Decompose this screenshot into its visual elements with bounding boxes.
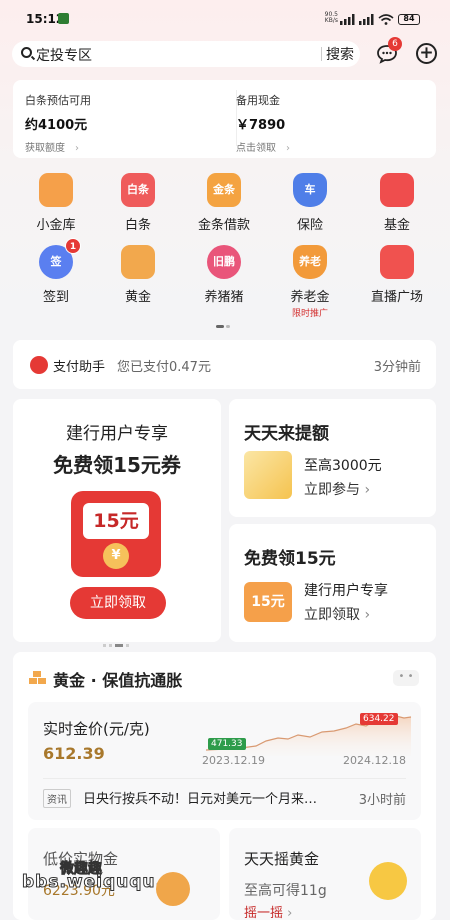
live-video-icon bbox=[380, 245, 414, 279]
promo-b-title: 免费领15元 bbox=[244, 549, 336, 569]
grid-icon-glyph: 白条 bbox=[127, 183, 149, 196]
grid-item-label: 养猪猪 bbox=[204, 290, 244, 305]
grid-item-7[interactable]: 旧鹏 养猪猪 bbox=[184, 245, 264, 315]
message-badge: 6 bbox=[388, 37, 402, 51]
gold-bars-icon bbox=[121, 245, 155, 279]
grid-item-1[interactable]: 白条 白条 bbox=[98, 173, 178, 243]
gold-price-label: 实时金价(元/克) bbox=[43, 720, 150, 738]
add-button[interactable]: + bbox=[416, 43, 437, 64]
grid-item-label: 基金 bbox=[383, 218, 410, 233]
gold-end-date: 2024.12.18 bbox=[343, 754, 406, 767]
coupon-15-icon: 15元 bbox=[244, 582, 292, 622]
watermark-mascot-icon bbox=[156, 872, 190, 906]
pay-assistant-icon bbox=[30, 356, 48, 374]
grid-item-5[interactable]: 签 1 签到 bbox=[16, 238, 96, 315]
grid-icon-glyph: 旧鹏 bbox=[213, 255, 235, 268]
grid-icon-glyph: 车 bbox=[304, 183, 316, 196]
pension-icon: 养老 bbox=[293, 245, 327, 279]
grid-icon-glyph: 养老 bbox=[299, 255, 321, 268]
grid-icon-glyph: 签 bbox=[50, 255, 62, 268]
pay-assistant-text: 您已支付0.47元 bbox=[117, 360, 211, 375]
gold-price-value: 612.39 bbox=[43, 744, 105, 763]
credit-card: 白条预估可用 约4100元 获取额度 › 备用现金 ￥7890 点击领取 › bbox=[13, 80, 436, 158]
gold-price-panel[interactable]: 实时金价(元/克) 612.39 471.33 634.22 2023.12.1… bbox=[28, 702, 421, 820]
chart-icon bbox=[380, 173, 414, 207]
pay-assistant-title: 支付助手 bbox=[53, 360, 106, 375]
news-headline[interactable]: 日央行按兵不动！日元对美元一个月来… bbox=[83, 788, 317, 807]
pay-assistant-time: 3分钟前 bbox=[373, 360, 421, 375]
news-time: 3小时前 bbox=[358, 793, 406, 808]
promo-a-title: 天天来提额 bbox=[244, 424, 329, 444]
promo-a-link[interactable]: 立即参与 › bbox=[304, 479, 370, 499]
grid-item-label: 金条借款 bbox=[197, 218, 250, 233]
gold-section-title: 黄金 · 保值抗通胀 bbox=[53, 671, 183, 690]
pig-icon: 旧鹏 bbox=[207, 245, 241, 279]
grid-item-3[interactable]: 车保险 bbox=[270, 173, 350, 243]
cell-signal-2-icon bbox=[359, 14, 374, 25]
grid-icon-glyph: 金条 bbox=[213, 183, 235, 196]
shake-gold-card[interactable]: 天天摇黄金 至高可得11g 摇一摇 › bbox=[229, 828, 421, 920]
gold-high-label: 634.22 bbox=[360, 713, 398, 725]
grid-item-label: 黄金 bbox=[124, 290, 151, 305]
grid-pager bbox=[216, 325, 234, 328]
duck-mascot-icon bbox=[244, 451, 292, 499]
cell-signal-icon bbox=[340, 14, 355, 25]
net-speed: 90.5 KB/s bbox=[324, 11, 338, 24]
promo-card-coupon[interactable]: 建行用户专享 免费领15元券 15元 ¥ 立即领取 bbox=[13, 399, 221, 647]
shield-icon: 车 bbox=[293, 173, 327, 207]
piggy-bag-icon bbox=[39, 173, 73, 207]
grid-item-label: 直播广场 bbox=[370, 290, 423, 305]
yuan-coin-icon: ¥ bbox=[103, 543, 129, 569]
jintiao-icon: 金条 bbox=[207, 173, 241, 207]
grid-item-label: 白条 bbox=[124, 218, 151, 233]
gold-bar-icon bbox=[29, 671, 46, 684]
search-input[interactable]: 定投专区 bbox=[36, 45, 92, 65]
grid-item-label: 签到 bbox=[42, 290, 69, 305]
grid-item-6[interactable]: 黄金 bbox=[98, 245, 178, 315]
shake-link[interactable]: 摇一摇 › bbox=[244, 902, 292, 920]
search-icon bbox=[21, 47, 32, 58]
promo-card-free-15[interactable]: 免费领15元 15元 建行用户专享 立即领取 › bbox=[229, 524, 436, 642]
promo-title: 免费领15元券 bbox=[53, 453, 181, 477]
news-tag: 资讯 bbox=[43, 789, 71, 808]
wifi-icon bbox=[378, 14, 394, 25]
gold-low-label: 471.33 bbox=[208, 738, 246, 750]
status-bar: 15:12 90.5 KB/s 84 bbox=[0, 0, 450, 36]
app-notification-icon bbox=[58, 13, 69, 24]
promo-pager bbox=[103, 632, 133, 647]
grid-item-4[interactable]: 基金 bbox=[357, 173, 437, 243]
claim-coupon-button[interactable]: 立即领取 bbox=[70, 587, 166, 619]
coupon-illustration: 15元 ¥ bbox=[71, 491, 161, 577]
promo-b-link[interactable]: 立即领取 › bbox=[304, 604, 370, 624]
more-options-button[interactable]: • • bbox=[393, 670, 419, 686]
message-button[interactable]: 6 bbox=[376, 37, 402, 64]
gold-coin-icon bbox=[369, 862, 407, 900]
grid-item-label: 保险 bbox=[296, 218, 323, 233]
gold-start-date: 2023.12.19 bbox=[202, 754, 265, 767]
grid-item-2[interactable]: 金条 金条借款 bbox=[184, 173, 264, 243]
promo-subtitle: 建行用户专享 bbox=[66, 424, 168, 444]
price-divider bbox=[43, 778, 406, 779]
grid-item-label: 小金库 bbox=[36, 218, 76, 233]
baitiao-quota[interactable]: 白条预估可用 约4100元 获取额度 › bbox=[25, 92, 91, 154]
search-bar[interactable]: 定投专区 搜索 bbox=[12, 41, 360, 67]
grid-item-8[interactable]: 养老 养老金 限时推广 bbox=[270, 245, 350, 319]
promo-card-raise-limit[interactable]: 天天来提额 至高3000元 立即参与 › bbox=[229, 399, 436, 517]
checkin-icon: 签1 bbox=[39, 238, 81, 279]
battery-icon: 84 bbox=[398, 14, 420, 25]
grid-item-sublabel: 限时推广 bbox=[291, 309, 328, 319]
search-button[interactable]: 搜索 bbox=[320, 44, 360, 64]
grid-badge: 1 bbox=[65, 238, 81, 254]
backup-cash[interactable]: 备用现金 ￥7890 点击领取 › bbox=[236, 92, 290, 154]
grid-item-0[interactable]: 小金库 bbox=[16, 173, 96, 243]
grid-item-9[interactable]: 直播广场 bbox=[357, 245, 437, 315]
grid-item-label: 养老金 bbox=[290, 290, 330, 305]
baitiao-icon: 白条 bbox=[121, 173, 155, 207]
pay-assistant-bar[interactable]: 支付助手 您已支付0.47元 3分钟前 bbox=[13, 340, 436, 389]
